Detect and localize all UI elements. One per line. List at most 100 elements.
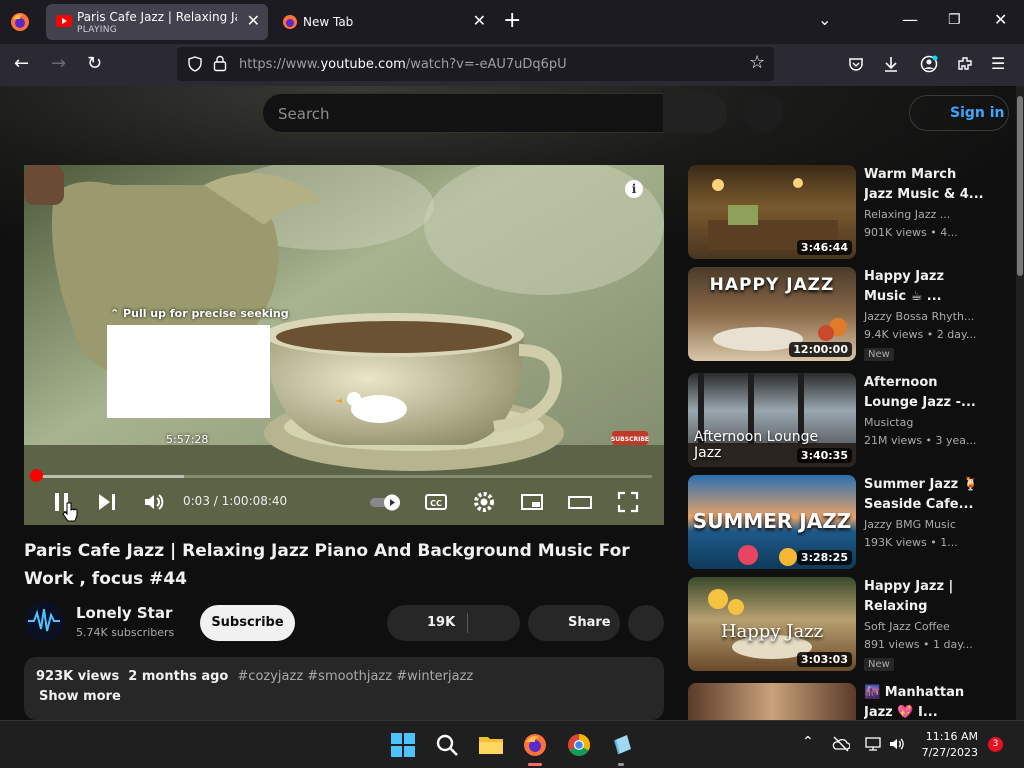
captions-icon[interactable]: CC	[424, 490, 448, 514]
rec-title[interactable]: 🌆 Manhattan Jazz 💖 I...	[864, 683, 984, 720]
search-input[interactable]: Search	[262, 93, 664, 133]
scrollbar-thumb[interactable]	[1017, 96, 1023, 276]
info-icon[interactable]: i	[625, 180, 643, 198]
like-dislike-button[interactable]: 19K	[387, 605, 520, 641]
bookmark-star-icon[interactable]: ☆	[749, 52, 765, 73]
start-windows-icon[interactable]	[390, 732, 416, 758]
share-button[interactable]: Share	[528, 605, 620, 641]
thumbnail[interactable]: Afternoon Lounge Jazz 3:40:35	[688, 373, 856, 467]
rec-channel[interactable]: Soft Jazz Coffee	[864, 620, 950, 633]
description-box[interactable]: 923K views 2 months ago #cozyjazz #smoot…	[24, 657, 664, 720]
speaker-icon[interactable]	[888, 735, 906, 753]
volume-icon[interactable]	[142, 490, 166, 514]
rec-title[interactable]: Happy Jazz Music ☕ ...	[864, 267, 984, 307]
list-all-tabs-icon[interactable]: ⌄	[818, 10, 831, 30]
account-icon[interactable]	[920, 55, 938, 73]
recommendation-item[interactable]: 🌆 Manhattan Jazz 💖 I...	[688, 683, 988, 720]
tab-new-tab[interactable]: New Tab ✕	[272, 4, 494, 40]
progress-bar[interactable]	[36, 475, 652, 478]
fullscreen-icon[interactable]	[616, 490, 640, 514]
recommendation-item[interactable]: SUMMER JAZZ 3:28:25 Summer Jazz 🍹 Seasid…	[688, 475, 988, 571]
video-player[interactable]: SUBSCRIBE i ⌃ Pull up for precise seekin…	[24, 165, 664, 525]
url-text[interactable]: https://www.youtube.com/watch?v=-eAU7uDq…	[239, 57, 567, 72]
settings-gear-icon[interactable]	[472, 490, 496, 514]
recommendation-item[interactable]: 3:46:44 Warm March Jazz Music & 4... Rel…	[688, 165, 988, 261]
youtube-page: Search Sign in SUBSCRIBE i ⌃ Pull up for…	[0, 86, 1016, 720]
restore-icon[interactable]: ❐	[948, 10, 961, 30]
duration-badge: 3:40:35	[796, 448, 852, 463]
chrome-icon[interactable]	[566, 732, 592, 758]
tracking-protection-icon[interactable]	[187, 56, 203, 72]
search-icon[interactable]	[434, 732, 460, 758]
rec-meta: 901K views • 4...	[864, 226, 958, 239]
svg-text:CC: CC	[430, 499, 442, 508]
close-tab-icon[interactable]: ✕	[247, 13, 260, 29]
notification-badge[interactable]: 3	[988, 737, 1003, 752]
thumbnail[interactable]: HAPPY JAZZ 12:00:00	[688, 267, 856, 361]
forward-icon: →	[51, 53, 67, 74]
new-badge: New	[864, 658, 894, 671]
extensions-icon[interactable]	[956, 55, 974, 73]
show-more-button[interactable]: Show more	[39, 689, 121, 704]
youtube-favicon-icon	[56, 15, 72, 27]
subscribe-button[interactable]: Subscribe	[200, 605, 295, 641]
rec-title[interactable]: Afternoon Lounge Jazz -...	[864, 373, 984, 413]
rec-meta: 891 views • 1 day...	[864, 638, 973, 651]
search-placeholder: Search	[278, 105, 330, 123]
subscribe-overlay-badge: SUBSCRIBE	[611, 436, 649, 443]
recommendation-item[interactable]: HAPPY JAZZ 12:00:00 Happy Jazz Music ☕ .…	[688, 267, 988, 363]
tab-youtube[interactable]: Paris Cafe Jazz | Relaxing Jazz Pi PLAYI…	[46, 4, 268, 40]
app-icon[interactable]	[610, 732, 636, 758]
thumbnail[interactable]: SUMMER JAZZ 3:28:25	[688, 475, 856, 569]
rec-channel[interactable]: Musictag	[864, 416, 913, 429]
theater-mode-icon[interactable]	[568, 490, 592, 514]
system-clock[interactable]: 11:16 AM 7/27/2023	[918, 729, 978, 761]
thumbnail[interactable]: 3:46:44	[688, 165, 856, 259]
rec-channel[interactable]: Jazzy BMG Music	[864, 518, 956, 531]
sign-in-button[interactable]: Sign in	[909, 95, 1009, 131]
rec-meta: 193K views • 1...	[864, 536, 958, 549]
close-window-icon[interactable]: ✕	[994, 10, 1007, 30]
address-bar[interactable]: https://www.youtube.com/watch?v=-eAU7uDq…	[177, 47, 774, 81]
rec-channel[interactable]: Relaxing Jazz ...	[864, 208, 950, 221]
network-icon[interactable]	[864, 735, 882, 753]
page-scrollbar[interactable]	[1016, 86, 1024, 720]
scrubber-handle[interactable]	[30, 469, 43, 482]
active-app-indicator	[528, 763, 542, 766]
menu-icon[interactable]: ☰	[991, 53, 1005, 75]
new-tab-button[interactable]: +	[503, 10, 521, 32]
channel-name[interactable]: Lonely Star	[76, 604, 172, 622]
firefox-taskbar-icon[interactable]	[522, 732, 548, 758]
recommendation-item[interactable]: Afternoon Lounge Jazz 3:40:35 Afternoon …	[688, 373, 988, 469]
firefox-view-icon[interactable]	[8, 10, 32, 34]
channel-avatar[interactable]	[24, 601, 64, 641]
rec-title[interactable]: Summer Jazz 🍹 Seaside Cafe...	[864, 475, 984, 515]
rec-title[interactable]: Warm March Jazz Music & 4...	[864, 165, 984, 205]
rec-title[interactable]: Happy Jazz | Relaxing mornin...	[864, 577, 984, 617]
voice-search-button[interactable]	[743, 93, 783, 133]
lock-icon[interactable]	[213, 55, 227, 72]
thumbnail[interactable]	[688, 683, 856, 720]
downloads-icon[interactable]	[883, 55, 899, 73]
autoplay-toggle-icon[interactable]	[368, 490, 404, 514]
next-icon[interactable]	[95, 490, 119, 514]
recommendation-item[interactable]: Happy Jazz 3:03:03 Happy Jazz | Relaxing…	[688, 577, 988, 673]
close-tab-icon[interactable]: ✕	[473, 13, 486, 29]
miniplayer-icon[interactable]	[520, 490, 544, 514]
rec-meta: 9.4K views • 2 day...	[864, 328, 977, 341]
back-icon[interactable]: ←	[14, 53, 29, 75]
file-explorer-icon[interactable]	[478, 732, 504, 758]
thumbnail[interactable]: Happy Jazz 3:03:03	[688, 577, 856, 671]
show-hidden-icons-icon[interactable]: ⌃	[802, 734, 814, 750]
onedrive-icon[interactable]	[832, 736, 850, 752]
pocket-icon[interactable]	[848, 56, 864, 72]
minimize-icon[interactable]: —	[902, 10, 918, 30]
reload-icon[interactable]: ↻	[87, 53, 102, 75]
time-display: 0:03 / 1:00:08:40	[183, 494, 288, 508]
more-actions-button[interactable]	[628, 605, 664, 641]
hashtags[interactable]: #cozyjazz #smoothjazz #winterjazz	[237, 669, 473, 684]
seek-preview-thumbnail	[107, 325, 270, 418]
search-button[interactable]	[663, 93, 727, 133]
duration-badge: 12:00:00	[789, 342, 852, 357]
rec-channel[interactable]: Jazzy Bossa Rhyth...	[864, 310, 974, 323]
